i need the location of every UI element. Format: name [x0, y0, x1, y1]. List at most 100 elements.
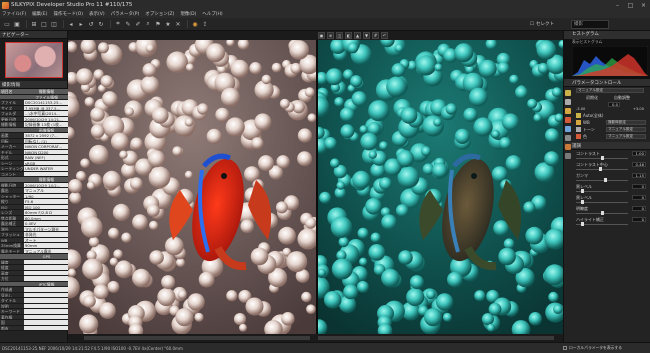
exposure-slider[interactable]: 0.0 -3.00 +3.00: [564, 101, 650, 112]
slider-value[interactable]: 0: [632, 184, 646, 189]
compare-icon[interactable]: ◫: [50, 20, 58, 28]
shadow-warning-icon[interactable]: ▼: [363, 32, 370, 39]
control-item[interactable]: WB 撮影時設定: [564, 119, 650, 126]
right-panel: ヒストグラム 表示ヒストグラム パラメータコントロール マニュアル設定 初期化 …: [563, 31, 650, 342]
menu-edit[interactable]: 編集(E): [32, 11, 47, 17]
slider-knob[interactable]: [601, 211, 604, 215]
anemone-tip: [84, 97, 95, 107]
search-input[interactable]: 撮影: [571, 20, 609, 29]
slider-value[interactable]: 0: [632, 206, 646, 211]
folder-icon[interactable]: ▭: [3, 20, 11, 28]
menu-file[interactable]: ファイル(F): [2, 11, 26, 17]
tone-slider[interactable]: ガンマ 1.15: [564, 172, 650, 183]
preset-dropdown[interactable]: マニュアル設定: [576, 88, 644, 93]
trash-icon[interactable]: ✕: [174, 20, 182, 28]
slider-knob[interactable]: [603, 178, 607, 182]
tone-slider[interactable]: ハイライト補正 0: [564, 216, 650, 227]
exif-row[interactable]: 都市: [0, 325, 68, 331]
anemone-tip: [187, 293, 205, 311]
loupe-icon[interactable]: ⌕: [144, 20, 152, 28]
rotate-ccw-icon[interactable]: ↺: [87, 20, 95, 28]
slider-value[interactable]: 1.15: [632, 173, 646, 178]
anemone-tip: [239, 323, 247, 332]
develop-icon[interactable]: ◉: [191, 20, 199, 28]
tone-slider[interactable]: コントラスト中心 0.46: [564, 161, 650, 172]
slider-knob[interactable]: [601, 156, 604, 160]
rotate-cw-icon[interactable]: ↻: [97, 20, 105, 28]
arrow-left-icon[interactable]: ◂: [67, 20, 75, 28]
eyedropper-icon[interactable]: ✐: [134, 20, 142, 28]
maximize-button[interactable]: □: [624, 0, 637, 10]
photo-developed[interactable]: [68, 40, 316, 334]
menu-help[interactable]: ヘルプ(H): [202, 11, 222, 17]
undo-icon[interactable]: ↶: [381, 32, 388, 39]
control-item-dropdown[interactable]: マニュアル設定: [606, 127, 646, 132]
tone-slider[interactable]: 明瞭度 0: [564, 205, 650, 216]
slider-track[interactable]: [576, 169, 628, 170]
close-button[interactable]: ×: [637, 0, 650, 10]
single-view-icon[interactable]: □: [40, 20, 48, 28]
scroll-thumb-right[interactable]: [318, 336, 554, 340]
slider-knob[interactable]: [581, 200, 584, 204]
split-icon[interactable]: ◫: [336, 32, 343, 39]
menu-mode[interactable]: 操作モード(O): [53, 11, 83, 17]
slider-value[interactable]: 0: [632, 217, 646, 222]
grid-overlay-icon[interactable]: #: [372, 32, 379, 39]
control-item[interactable]: Auto(全体): [564, 112, 650, 119]
menu-option[interactable]: オプション(Z): [145, 11, 174, 17]
checkbox-icon[interactable]: [563, 346, 567, 350]
minimize-button[interactable]: –: [611, 0, 624, 10]
grid-icon[interactable]: ⊞: [30, 20, 38, 28]
tone-slider[interactable]: 黒レベル 0: [564, 194, 650, 205]
before-after-icon[interactable]: ◧: [345, 32, 352, 39]
slider-value[interactable]: 1.00: [632, 151, 646, 156]
menu-parameter[interactable]: パラメータ(P): [111, 11, 140, 17]
histogram-chart: [572, 46, 648, 76]
slider-knob[interactable]: [599, 167, 602, 171]
parameter-control-header[interactable]: パラメータコントロール: [564, 79, 650, 87]
flag-icon[interactable]: ⚑: [154, 20, 162, 28]
tone-slider[interactable]: コントラスト 1.00: [564, 150, 650, 161]
slider-knob[interactable]: [581, 222, 584, 226]
slider-knob[interactable]: [581, 189, 584, 193]
export-icon[interactable]: ⇪: [201, 20, 209, 28]
tone-section-header[interactable]: 諧調: [564, 142, 650, 150]
anemone-tip: [548, 291, 559, 303]
anemone-tip: [149, 250, 164, 265]
slider-track[interactable]: [576, 180, 628, 181]
select-toggle[interactable]: ☐ セレクト: [530, 21, 554, 28]
anemone-tip: [400, 107, 418, 124]
highlight-warning-icon[interactable]: ▲: [354, 32, 361, 39]
crop-icon[interactable]: ⌗: [114, 20, 122, 28]
anemone-tip: [173, 115, 196, 137]
exif-key: 画素: [0, 133, 24, 138]
exif-header[interactable]: 撮影情報: [0, 81, 67, 89]
exif-table: 項目名 撮影情報 ファイル情報 ファイル DSC20141153-25... サイズ 7.9…: [0, 89, 68, 331]
control-item[interactable]: 色 マニュアル設定: [564, 133, 650, 140]
navigator-thumbnail[interactable]: [0, 39, 67, 81]
scroll-thumb-left[interactable]: [84, 336, 310, 340]
tools-icon[interactable]: ✎: [124, 20, 132, 28]
menu-view[interactable]: 表示(V): [89, 11, 105, 17]
reset-button[interactable]: 初期化: [586, 95, 598, 101]
menu-develop[interactable]: 現像(D): [180, 11, 196, 17]
auto-adjust-button[interactable]: 自動調整: [614, 95, 630, 101]
exposure-value[interactable]: 0.0: [608, 102, 620, 107]
control-item-dropdown[interactable]: 撮影時設定: [606, 120, 646, 125]
save-icon[interactable]: ▣: [13, 20, 21, 28]
zoom-icon[interactable]: ⊕: [327, 32, 334, 39]
fit-icon[interactable]: ▣: [318, 32, 325, 39]
tone-slider[interactable]: 黒レベル 0: [564, 183, 650, 194]
star-icon[interactable]: ★: [164, 20, 172, 28]
control-item[interactable]: トーン マニュアル設定: [564, 126, 650, 133]
control-item-dropdown[interactable]: マニュアル設定: [606, 134, 646, 139]
navigator-header[interactable]: ナビゲーター: [0, 31, 67, 39]
anemone-tip: [194, 312, 204, 322]
histogram-title[interactable]: ヒストグラム: [564, 31, 650, 39]
slider-value[interactable]: 0: [632, 195, 646, 200]
slider-value[interactable]: 0.46: [632, 162, 646, 167]
preview-scrollbar[interactable]: [68, 334, 563, 342]
local-param-checkbox[interactable]: ローカルパラメータを表示する: [563, 345, 622, 351]
arrow-right-icon[interactable]: ▸: [77, 20, 85, 28]
photo-original[interactable]: [318, 40, 563, 334]
